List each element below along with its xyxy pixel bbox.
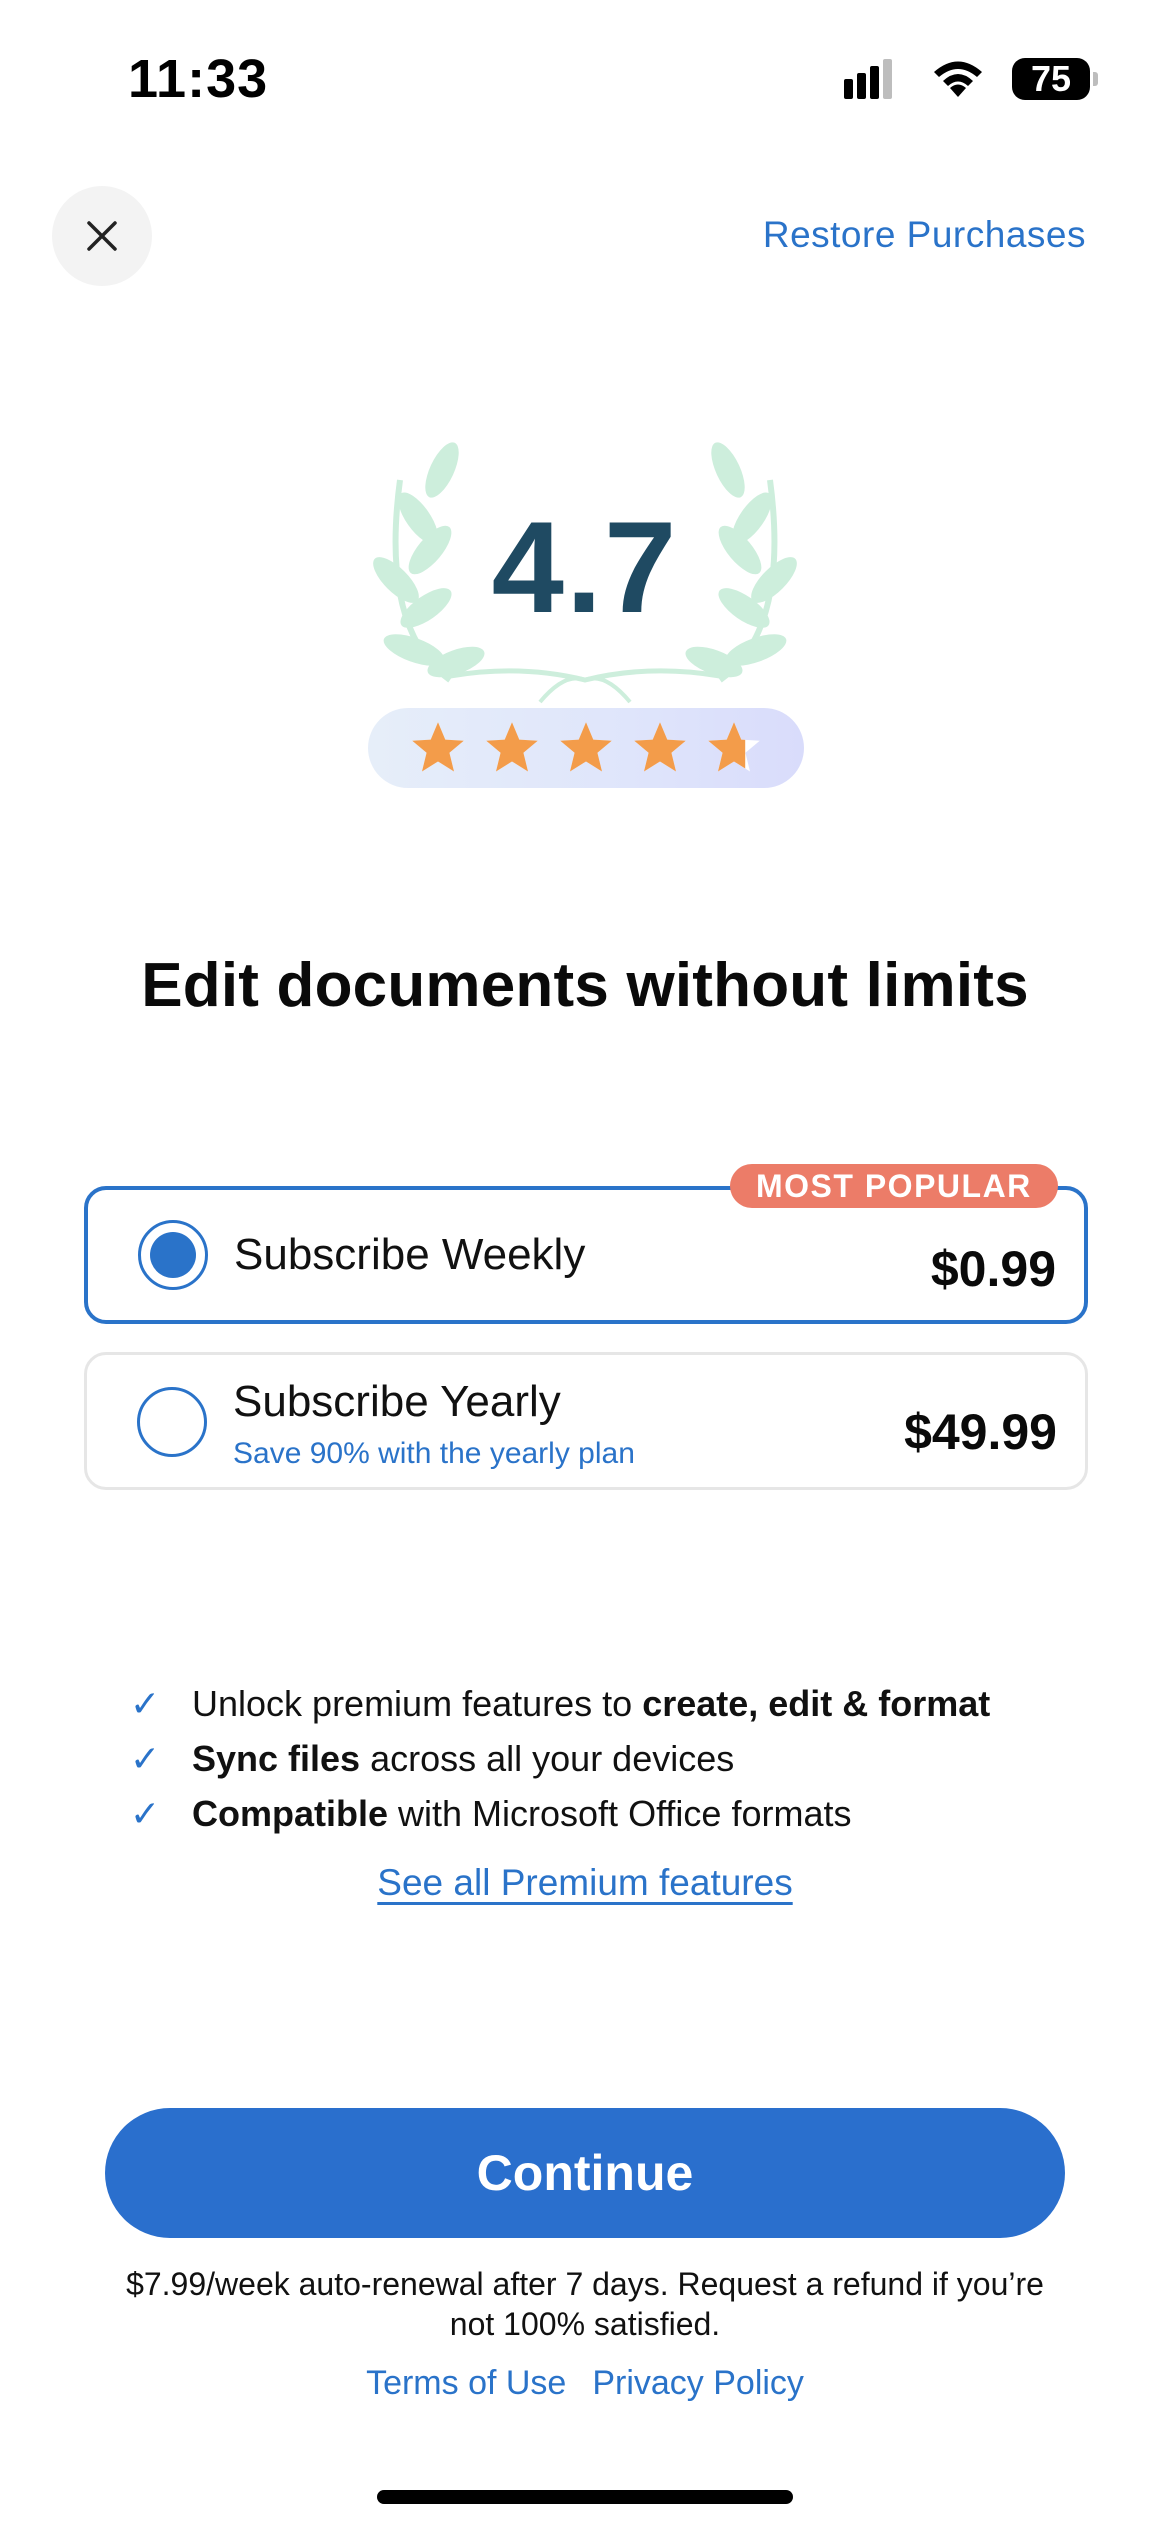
- status-time: 11:33: [128, 49, 269, 109]
- feature-text-part: with Microsoft Office formats: [388, 1792, 852, 1834]
- wifi-icon: [934, 61, 982, 97]
- feature-item: ✓ Compatible with Microsoft Office format…: [130, 1786, 1090, 1841]
- checkmark-icon: ✓: [130, 1682, 161, 1724]
- radio-dot: [150, 1232, 196, 1278]
- feature-text-part: across all your devices: [360, 1737, 735, 1779]
- status-icons: 75: [844, 54, 1098, 104]
- star-rating: [368, 708, 804, 788]
- battery-cap: [1093, 72, 1098, 86]
- star-icon: [486, 722, 538, 772]
- close-button[interactable]: [52, 186, 152, 286]
- battery-icon: 75: [1012, 58, 1098, 100]
- plan-yearly-subtitle: Save 90% with the yearly plan: [233, 1437, 635, 1470]
- feature-text: Sync files across all your devices: [192, 1738, 734, 1780]
- plan-yearly-title: Subscribe Yearly: [233, 1377, 561, 1426]
- feature-text-bold: Sync files: [192, 1737, 361, 1779]
- privacy-policy-link[interactable]: Privacy Policy: [592, 2364, 804, 2403]
- plan-weekly-price: $0.99: [930, 1241, 1056, 1297]
- feature-text: Unlock premium features to create, edit …: [192, 1683, 990, 1725]
- checkmark-icon: ✓: [130, 1737, 161, 1779]
- terms-of-use-link[interactable]: Terms of Use: [366, 2364, 566, 2403]
- star-icon: [634, 722, 686, 772]
- feature-text: Compatible with Microsoft Office formats: [192, 1793, 851, 1835]
- legal-links: Terms of Use Privacy Policy: [0, 2364, 1170, 2403]
- plan-yearly-price: $49.99: [904, 1404, 1057, 1460]
- feature-text-bold: Compatible: [192, 1792, 389, 1834]
- cellular-signal-icon: [844, 59, 892, 99]
- see-all-features-link[interactable]: See all Premium features: [0, 1862, 1170, 1904]
- feature-list: ✓ Unlock premium features to create, edit…: [130, 1676, 1090, 1841]
- radio-weekly-selected[interactable]: [138, 1220, 208, 1290]
- feature-text-part: Unlock premium features to: [192, 1682, 643, 1724]
- radio-yearly[interactable]: [137, 1387, 207, 1457]
- star-icon: [708, 722, 760, 772]
- plan-weekly-title: Subscribe Weekly: [234, 1230, 586, 1279]
- page-title: Edit documents without limits: [141, 951, 1029, 1020]
- renewal-disclaimer: $7.99/week auto-renewal after 7 days. Re…: [126, 2266, 1044, 2342]
- checkmark-icon: ✓: [130, 1792, 161, 1834]
- continue-button[interactable]: Continue: [105, 2108, 1065, 2238]
- most-popular-badge: MOST POPULAR: [730, 1164, 1058, 1208]
- feature-item: ✓ Sync files across all your devices: [130, 1731, 1090, 1786]
- plan-yearly-option[interactable]: Subscribe Yearly Save 90% with the yearl…: [84, 1352, 1088, 1490]
- rating-value: 4.7: [491, 494, 679, 640]
- close-icon: [87, 221, 117, 251]
- feature-text-bold: create, edit & format: [642, 1682, 991, 1724]
- rating-badge: 4.7: [360, 440, 810, 800]
- star-icon: [560, 722, 612, 772]
- feature-item: ✓ Unlock premium features to create, edit…: [130, 1676, 1090, 1731]
- home-indicator: [377, 2490, 793, 2504]
- star-icon: [412, 722, 464, 772]
- battery-level: 75: [1030, 58, 1072, 99]
- restore-purchases-link[interactable]: Restore Purchases: [763, 214, 1086, 256]
